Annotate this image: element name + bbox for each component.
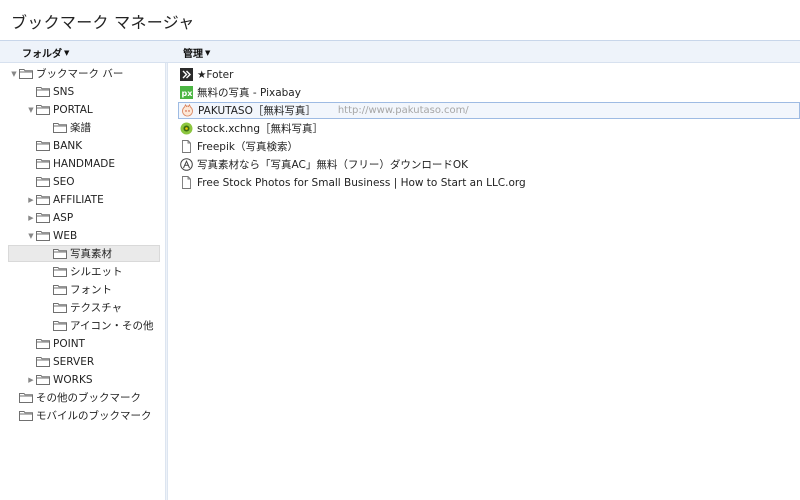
expand-closed-icon[interactable]: ▶: [26, 196, 36, 204]
folder-label: AFFILIATE: [53, 193, 104, 206]
folder-icon: [36, 212, 50, 223]
bookmark-title: Freepik（写真検索）: [197, 141, 298, 153]
folder-label: SNS: [53, 85, 75, 98]
folder-item[interactable]: テクスチャ: [43, 299, 122, 316]
folder-item[interactable]: ▼ WEB: [26, 227, 77, 244]
folder-tree: ▼ ブックマーク バー SNS ▼ PORTAL 楽譜 BANK HANDMADE SEO ▶ AF…: [0, 63, 165, 500]
folder-item[interactable]: POINT: [26, 335, 85, 352]
bookmark-item[interactable]: px 無料の写真 - Pixabay: [180, 84, 301, 101]
folder-label: フォント: [70, 284, 112, 296]
folder-label: その他のブックマーク: [36, 392, 141, 404]
folder-item[interactable]: フォント: [43, 281, 112, 298]
folder-icon: [36, 176, 50, 187]
folder-label: PORTAL: [53, 103, 93, 116]
bookmark-item[interactable]: stock.xchng［無料写真］: [180, 120, 323, 137]
folder-label: 楽譜: [70, 122, 91, 134]
folder-icon: [36, 104, 50, 115]
folder-item[interactable]: シルエット: [43, 263, 123, 280]
folder-item[interactable]: アイコン・その他: [43, 317, 153, 334]
app-title: ブックマーク マネージャ: [11, 13, 195, 32]
folder-label: アイコン・その他: [70, 320, 154, 332]
page-icon: [180, 140, 193, 153]
photoac-icon: [180, 158, 193, 171]
pixabay-icon: px: [180, 86, 193, 99]
folder-label: テクスチャ: [70, 302, 123, 314]
folder-icon: [36, 194, 50, 205]
expand-closed-icon[interactable]: ▶: [26, 214, 36, 222]
bookmark-item[interactable]: 写真素材なら「写真AC」無料（フリー）ダウンロードOK: [180, 156, 468, 173]
folder-label: 写真素材: [70, 248, 112, 260]
bookmark-title: 無料の写真 - Pixabay: [197, 87, 301, 99]
folder-icon: [19, 68, 33, 79]
folder-item[interactable]: HANDMADE: [26, 155, 115, 172]
folder-label: モバイルのブックマーク: [36, 410, 152, 422]
folder-icon: [53, 248, 67, 259]
folder-icon: [36, 158, 50, 169]
toolbar: フォルダ ▼ 管理 ▼: [0, 40, 800, 63]
expand-closed-icon[interactable]: ▶: [26, 376, 36, 384]
folder-label: シルエット: [70, 266, 123, 278]
pakutaso-icon: [181, 104, 194, 117]
bookmark-title: stock.xchng［無料写真］: [197, 123, 323, 135]
folder-icon: [53, 320, 67, 331]
folder-item[interactable]: SERVER: [26, 353, 94, 370]
folder-item[interactable]: モバイルのブックマーク: [9, 407, 152, 424]
folder-icon: [53, 284, 67, 295]
folder-icon: [53, 122, 67, 133]
folder-icon: [19, 410, 33, 421]
folder-icon: [53, 302, 67, 313]
folder-label: BANK: [53, 139, 83, 152]
expand-open-icon[interactable]: ▼: [26, 106, 36, 114]
bookmark-item[interactable]: ★Foter: [180, 66, 233, 83]
folder-label: SERVER: [53, 355, 95, 368]
folder-item[interactable]: ▶ ASP: [26, 209, 73, 226]
pane-splitter[interactable]: [165, 63, 168, 500]
bookmark-title: 写真素材なら「写真AC」無料（フリー）ダウンロードOK: [197, 159, 468, 171]
folder-label: ブックマーク バー: [36, 68, 124, 80]
folder-icon: [36, 374, 50, 385]
folder-item[interactable]: BANK: [26, 137, 82, 154]
bookmark-item[interactable]: Freepik（写真検索）: [180, 138, 298, 155]
folder-item[interactable]: ▼ PORTAL: [26, 101, 93, 118]
folder-item[interactable]: SNS: [26, 83, 74, 100]
expand-open-icon[interactable]: ▼: [9, 70, 19, 78]
folder-icon: [53, 266, 67, 277]
folder-icon: [36, 140, 50, 151]
bookmark-item[interactable]: Free Stock Photos for Small Business | H…: [180, 174, 526, 191]
folder-label: HANDMADE: [53, 157, 115, 170]
page-icon: [180, 176, 193, 189]
manage-menu-button[interactable]: 管理 ▼: [183, 45, 211, 61]
folder-icon: [36, 356, 50, 367]
stockxchng-icon: [180, 122, 193, 135]
chevron-down-icon: ▼: [64, 48, 70, 57]
folder-icon: [36, 338, 50, 349]
folder-icon: [19, 392, 33, 403]
bookmark-url: http://www.pakutaso.com/: [337, 105, 469, 116]
folder-item[interactable]: その他のブックマーク: [9, 389, 141, 406]
folder-item[interactable]: ▶ AFFILIATE: [26, 191, 104, 208]
folder-icon: [36, 230, 50, 241]
folders-menu-button[interactable]: フォルダ ▼: [22, 45, 70, 61]
bookmark-item[interactable]: PAKUTASO［無料写真］ http://www.pakutaso.com/: [178, 102, 800, 119]
expand-open-icon[interactable]: ▼: [26, 232, 36, 240]
folder-item[interactable]: ▶ WORKS: [26, 371, 93, 388]
folder-label: WORKS: [53, 373, 93, 386]
folder-label: WEB: [53, 229, 78, 242]
folder-item[interactable]: 楽譜: [43, 119, 91, 136]
svg-text:px: px: [182, 89, 194, 98]
folder-label: ASP: [53, 211, 74, 224]
folder-item[interactable]: SEO: [26, 173, 75, 190]
folder-item[interactable]: 写真素材: [8, 245, 160, 262]
folder-icon: [36, 86, 50, 97]
bookmark-title: Free Stock Photos for Small Business | H…: [197, 176, 526, 189]
folder-label: POINT: [53, 337, 85, 350]
folder-label: SEO: [53, 175, 75, 188]
foter-icon: [180, 68, 193, 81]
bookmark-title: PAKUTASO［無料写真］: [198, 105, 316, 117]
folders-menu-label: フォルダ: [22, 49, 62, 60]
bookmark-title: ★Foter: [197, 68, 234, 81]
folder-item[interactable]: ▼ ブックマーク バー: [9, 65, 123, 82]
chevron-down-icon: ▼: [205, 48, 211, 57]
manage-menu-label: 管理: [183, 49, 203, 60]
